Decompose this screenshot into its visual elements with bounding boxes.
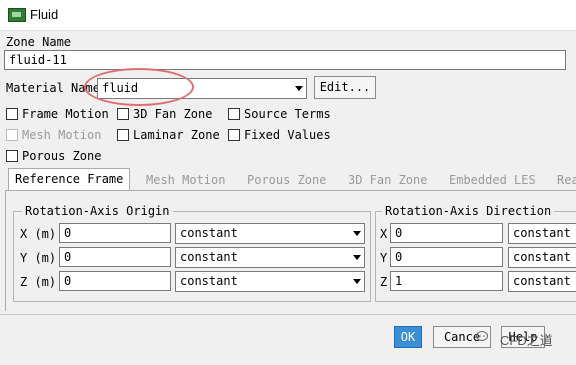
direction-z-input[interactable]: 1 [390,271,503,291]
wechat-icon [476,331,490,346]
laminar-zone-label: Laminar Zone [133,128,220,142]
tab-3d-fan-zone[interactable]: 3D Fan Zone [342,170,433,190]
tab-embedded-les[interactable]: Embedded LES [443,170,542,190]
direction-x-method-select[interactable]: constant [508,223,576,244]
edit-material-button[interactable]: Edit... [314,76,376,99]
highlight-ellipse [84,68,194,106]
laminar-zone-checkbox[interactable] [117,129,129,141]
direction-x-input[interactable]: 0 [390,223,503,243]
frame-motion-label: Frame Motion [22,107,109,121]
tab-reaction[interactable]: Rea [551,170,576,190]
rotation-axis-origin-title: Rotation-Axis Origin [22,204,173,218]
chevron-down-icon [295,86,303,91]
origin-y-method-value: constant [180,250,238,264]
porous-zone-checkbox[interactable] [6,150,18,162]
origin-z-method-value: constant [180,274,238,288]
direction-y-method-select[interactable]: constant [508,247,576,268]
porous-zone-label: Porous Zone [22,149,102,163]
origin-x-method-value: constant [180,226,238,240]
direction-y-label: Y [380,251,388,265]
direction-x-method-value: constant [513,226,571,240]
direction-z-method-value: constant [513,274,571,288]
watermark-text: CFD之道 [500,333,553,348]
fan-zone-3d-label: 3D Fan Zone [133,107,213,121]
origin-y-method-select[interactable]: constant [175,247,365,268]
origin-x-method-select[interactable]: constant [175,223,365,244]
tab-reference-frame[interactable]: Reference Frame [8,168,131,191]
direction-y-method-value: constant [513,250,571,264]
fixed-values-checkbox[interactable] [228,129,240,141]
fixed-values-label: Fixed Values [244,128,331,142]
chevron-down-icon [353,255,361,260]
origin-y-label: Y (m) [20,251,57,265]
zone-name-input[interactable]: fluid-11 [4,50,566,70]
title-bar [0,0,576,31]
chevron-down-icon [353,231,361,236]
rotation-axis-direction-title: Rotation-Axis Direction [382,204,555,218]
footer-divider [0,314,576,315]
fluent-app-icon [8,8,26,22]
direction-z-label: Z [380,275,388,289]
origin-x-label: X (m) [20,227,57,241]
origin-z-method-select[interactable]: constant [175,271,365,292]
zone-name-label: Zone Name [6,35,72,49]
origin-x-input[interactable]: 0 [59,223,171,243]
window-title: Fluid [30,7,59,22]
direction-x-label: X [380,227,388,241]
origin-y-input[interactable]: 0 [59,247,171,267]
frame-motion-checkbox[interactable] [6,108,18,120]
mesh-motion-checkbox [6,129,18,141]
fan-zone-3d-checkbox[interactable] [117,108,129,120]
source-terms-checkbox[interactable] [228,108,240,120]
source-terms-label: Source Terms [244,107,331,121]
direction-z-method-select[interactable]: constant [508,271,576,292]
tab-porous-zone[interactable]: Porous Zone [241,170,332,190]
chevron-down-icon [353,279,361,284]
tab-mesh-motion[interactable]: Mesh Motion [140,170,231,190]
origin-z-label: Z (m) [20,275,57,289]
direction-y-input[interactable]: 0 [390,247,503,267]
ok-button[interactable]: OK [394,326,422,348]
origin-z-input[interactable]: 0 [59,271,171,291]
mesh-motion-label: Mesh Motion [22,128,102,142]
